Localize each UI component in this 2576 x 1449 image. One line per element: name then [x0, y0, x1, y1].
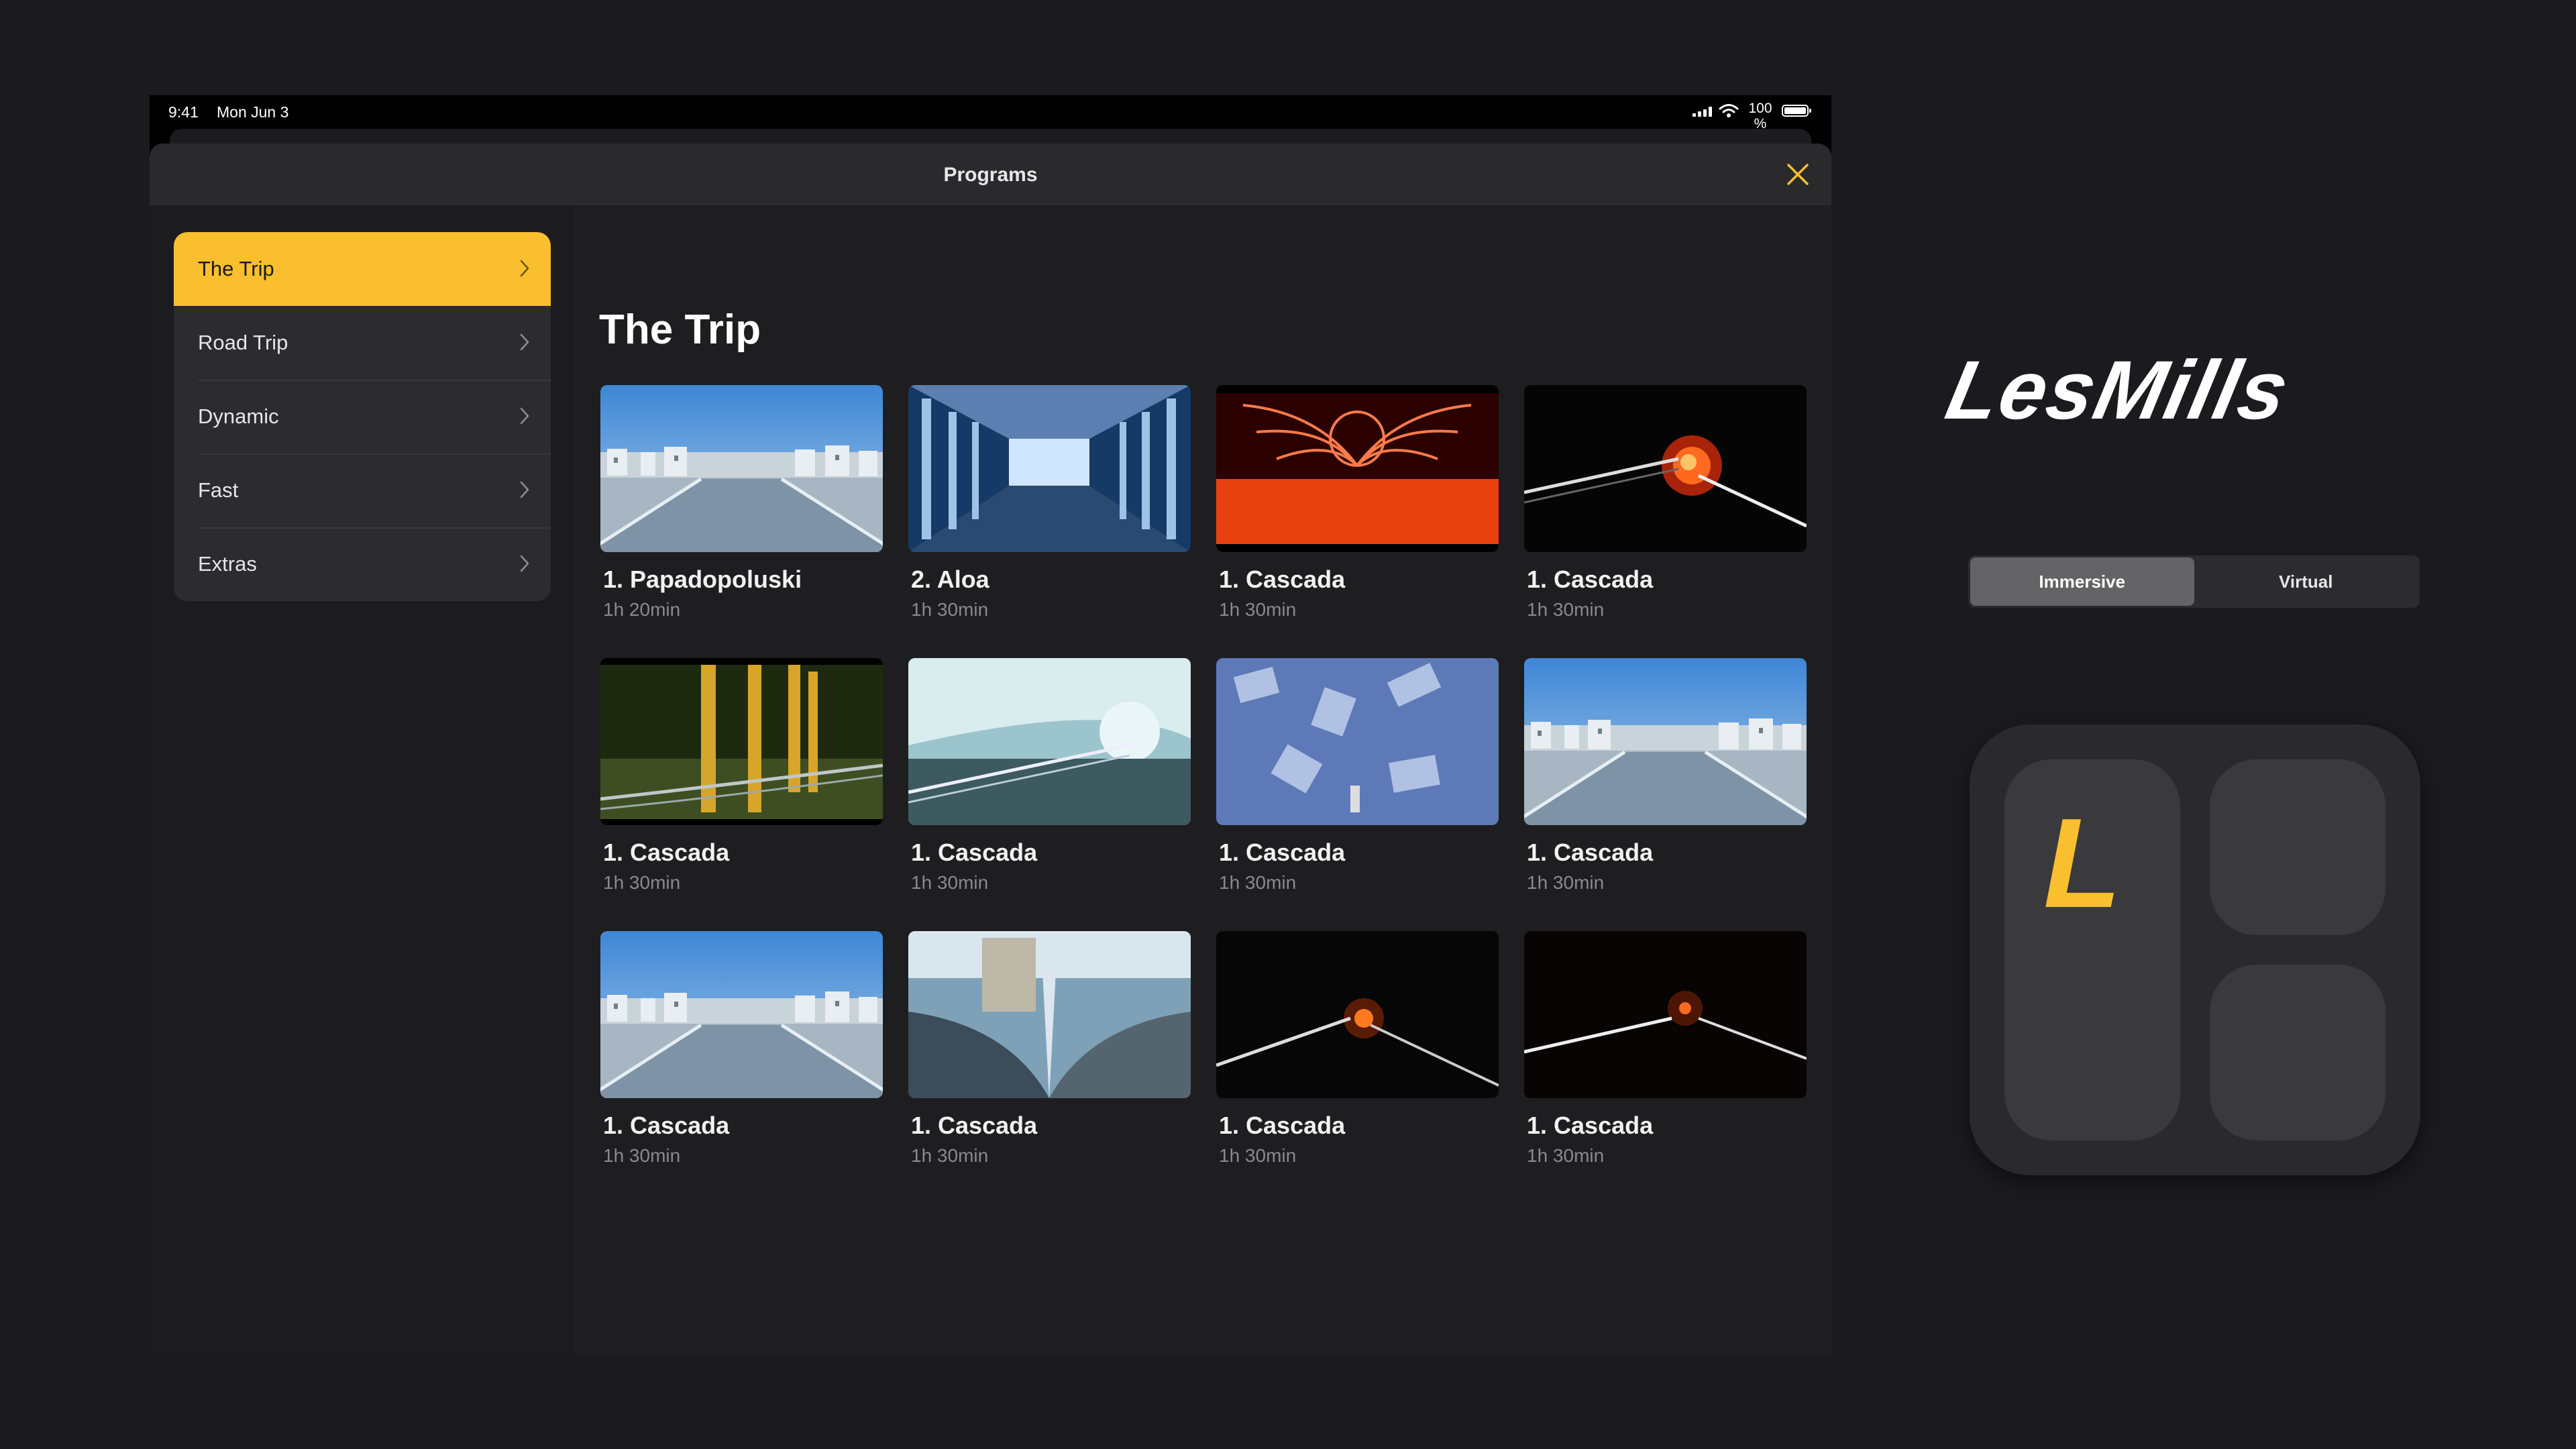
ipad-screen: 9:41 Mon Jun 3 100 % Programs The Trip R… [150, 95, 1831, 1355]
chevron-right-icon [520, 333, 529, 351]
program-card[interactable]: 1. Cascada 1h 30min [908, 658, 1191, 894]
main-content: The Trip 1. Papadopoluski 1h 20min 2. Aloa… [574, 205, 1831, 1355]
program-title: 1. Cascada [1219, 839, 1346, 866]
lesmills-logo: LesMills [1944, 349, 2298, 428]
chevron-right-icon [520, 481, 529, 498]
program-title: 1. Cascada [911, 1112, 1038, 1139]
section-title: The Trip [599, 307, 761, 353]
mode-segmented-control: Immersive Virtual [1968, 555, 2420, 608]
program-duration: 1h 30min [603, 872, 681, 893]
wifi-icon [1719, 104, 1739, 117]
battery-icon [1782, 105, 1811, 117]
program-thumbnail [600, 931, 883, 1098]
program-grid: 1. Papadopoluski 1h 20min 2. Aloa 1h 30min 1… [600, 385, 1807, 1167]
program-card[interactable]: 1. Cascada 1h 30min [1524, 658, 1807, 894]
program-card[interactable]: 1. Cascada 1h 30min [600, 658, 883, 894]
program-title: 2. Aloa [911, 566, 989, 593]
program-thumbnail [1524, 931, 1807, 1098]
program-thumbnail [1216, 931, 1499, 1098]
sidebar-item-label: Extras [198, 552, 257, 576]
chevron-right-icon [520, 260, 529, 277]
program-title: 1. Cascada [1527, 566, 1654, 593]
sidebar-item-label: The Trip [198, 257, 274, 280]
app-icon-tile-top [2210, 759, 2385, 935]
chevron-right-icon [520, 407, 529, 425]
sidebar-item-label: Road Trip [198, 331, 288, 354]
program-title: 1. Cascada [1219, 566, 1346, 593]
sidebar-item-road-trip[interactable]: Road Trip [174, 306, 551, 380]
program-thumbnail [600, 658, 883, 825]
program-duration: 1h 30min [1527, 872, 1605, 893]
status-time: 9:41 [168, 103, 199, 121]
close-icon [1787, 164, 1809, 185]
program-card[interactable]: 1. Cascada 1h 30min [1524, 931, 1807, 1167]
program-duration: 1h 30min [911, 599, 989, 620]
svg-text:LesMills: LesMills [1944, 349, 2298, 428]
programs-sheet: Programs The Trip Road Trip Dynamic Fast Ext… [150, 144, 1831, 1355]
program-card[interactable]: 1. Cascada 1h 30min [1216, 931, 1499, 1167]
program-title: 1. Cascada [1527, 1112, 1654, 1139]
program-card[interactable]: 1. Cascada 1h 30min [1216, 385, 1499, 621]
program-card[interactable]: 2. Aloa 1h 30min [908, 385, 1191, 621]
program-duration: 1h 20min [603, 599, 681, 620]
close-button[interactable] [1782, 158, 1814, 191]
sidebar-item-fast[interactable]: Fast [174, 453, 551, 527]
program-card[interactable]: 1. Papadopoluski 1h 20min [600, 385, 883, 621]
program-thumbnail [600, 385, 883, 552]
sidebar-item-label: Fast [198, 478, 239, 502]
app-icon: L [1970, 724, 2420, 1175]
app-icon-letter: L [2043, 792, 2121, 934]
program-card[interactable]: 1. Cascada 1h 30min [1524, 385, 1807, 621]
sidebar-item-the-trip[interactable]: The Trip [174, 232, 551, 306]
segment-immersive[interactable]: Immersive [1970, 557, 2194, 606]
segment-virtual[interactable]: Virtual [2194, 557, 2418, 606]
sheet-header: Programs [150, 144, 1831, 206]
sidebar-item-label: Dynamic [198, 405, 279, 428]
program-duration: 1h 30min [911, 1145, 989, 1166]
app-icon-tile-large: L [2004, 759, 2180, 1140]
program-duration: 1h 30min [603, 1145, 681, 1166]
program-card[interactable]: 1. Cascada 1h 30min [600, 931, 883, 1167]
sidebar-item-dynamic[interactable]: Dynamic [174, 380, 551, 453]
program-duration: 1h 30min [1219, 1145, 1297, 1166]
battery-percent: 100 % [1748, 101, 1772, 131]
program-thumbnail [1524, 385, 1807, 552]
status-date: Mon Jun 3 [217, 103, 289, 121]
program-thumbnail [1216, 658, 1499, 825]
chevron-right-icon [520, 555, 529, 572]
program-thumbnail [908, 385, 1191, 552]
program-thumbnail [908, 658, 1191, 825]
svg-text:L: L [2043, 792, 2121, 934]
program-thumbnail [1524, 658, 1807, 825]
program-menu: The Trip Road Trip Dynamic Fast Extras [174, 232, 551, 601]
sheet-title: Programs [943, 164, 1038, 186]
program-title: 1. Cascada [911, 839, 1038, 866]
program-title: 1. Cascada [1219, 1112, 1346, 1139]
program-duration: 1h 30min [1219, 872, 1297, 893]
program-card[interactable]: 1. Cascada 1h 30min [908, 931, 1191, 1167]
program-card[interactable]: 1. Cascada 1h 30min [1216, 658, 1499, 894]
program-duration: 1h 30min [911, 872, 989, 893]
program-title: 1. Cascada [1527, 839, 1654, 866]
sidebar-item-extras[interactable]: Extras [174, 527, 551, 601]
app-icon-tile-bottom [2210, 965, 2385, 1140]
program-duration: 1h 30min [1527, 1145, 1605, 1166]
program-title: 1. Papadopoluski [603, 566, 802, 593]
program-title: 1. Cascada [603, 839, 730, 866]
program-duration: 1h 30min [1219, 599, 1297, 620]
program-thumbnail [908, 931, 1191, 1098]
status-bar: 9:41 Mon Jun 3 100 % [150, 95, 1831, 131]
program-duration: 1h 30min [1527, 599, 1605, 620]
program-thumbnail [1216, 385, 1499, 552]
program-title: 1. Cascada [603, 1112, 730, 1139]
sidebar: The Trip Road Trip Dynamic Fast Extras [150, 205, 574, 1355]
cellular-signal-icon [1693, 106, 1712, 117]
